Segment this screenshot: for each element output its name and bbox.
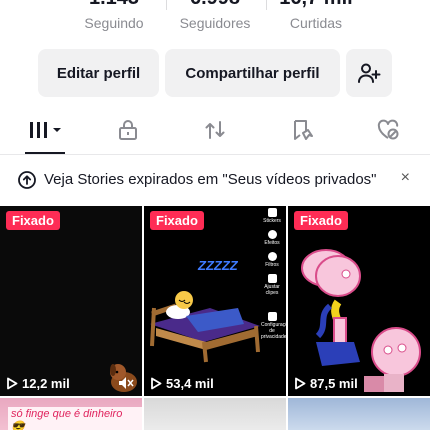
play-icon xyxy=(7,377,18,390)
following-label: Seguindo xyxy=(84,15,144,31)
video-thumbnail[interactable]: ZZZZZ Stickers Efeitos Filtros Ajustar c… xyxy=(144,206,286,396)
edit-profile-button[interactable]: Editar perfil xyxy=(38,49,159,97)
add-user-icon xyxy=(358,63,381,83)
filters-option: Filtros xyxy=(261,252,283,268)
editor-sidebar: Stickers Efeitos Filtros Ajustar clipes … xyxy=(261,208,286,346)
banner-text: Veja Stories expirados em "Seus vídeos p… xyxy=(44,171,377,188)
view-count: 12,2 mil xyxy=(6,376,70,391)
expired-stories-banner[interactable]: Veja Stories expirados em "Seus vídeos p… xyxy=(0,164,430,196)
view-count: 53,4 mil xyxy=(150,376,214,391)
pink-creatures-image xyxy=(301,249,421,392)
play-icon xyxy=(295,377,306,390)
video-thumbnail[interactable]: Fixado 12,2 mil xyxy=(0,206,142,396)
cloud-upload-icon xyxy=(18,171,36,189)
view-count: 87,5 mil xyxy=(294,376,358,391)
following-stat[interactable]: 1.143 Seguindo xyxy=(59,0,169,32)
share-profile-button[interactable]: Compartilhar perfil xyxy=(165,49,340,97)
view-count-value: 12,2 mil xyxy=(22,376,70,391)
play-icon xyxy=(151,377,162,390)
liked-icon xyxy=(377,119,399,140)
saved-icon xyxy=(294,120,313,140)
mute-icon xyxy=(119,377,134,389)
tab-liked[interactable] xyxy=(360,107,416,153)
likes-label: Curtidas xyxy=(289,15,343,31)
followers-count: 6.998 xyxy=(160,0,270,10)
sleep-text: ZZZZZ xyxy=(197,258,239,273)
pinned-badge: Fixado xyxy=(6,211,60,230)
tab-reposts[interactable] xyxy=(187,107,243,153)
video-grid: Fixado 12,2 mil ZZZZZ Stickers Efeitos F… xyxy=(0,206,430,430)
pinned-badge: Fixado xyxy=(294,211,348,230)
profile-actions: Editar perfil Compartilhar perfil xyxy=(0,49,430,97)
video-caption: só finge que é dinheiro 😎 xyxy=(8,407,142,430)
privacy-settings-option: Configurações de privacidade xyxy=(261,312,286,340)
followers-stat[interactable]: 6.998 Seguidores xyxy=(160,0,270,32)
video-thumbnail[interactable] xyxy=(288,398,430,430)
pinned-badge: Fixado xyxy=(150,211,204,230)
adjust-clips-option: Ajustar clipes xyxy=(261,274,283,296)
effects-option: Efeitos xyxy=(261,230,283,246)
profile-tabs xyxy=(0,107,430,155)
likes-stat[interactable]: 16,7 mil Curtidas xyxy=(261,0,371,32)
view-count-value: 53,4 mil xyxy=(166,376,214,391)
close-icon[interactable]: × xyxy=(401,169,410,187)
repost-icon xyxy=(205,121,225,139)
tab-saved[interactable] xyxy=(274,107,330,153)
view-count-value: 87,5 mil xyxy=(310,376,358,391)
stickers-option: Stickers xyxy=(261,208,283,224)
following-count: 1.143 xyxy=(59,0,169,10)
grid-videos-icon xyxy=(30,122,61,138)
sleeping-bed-image: ZZZZZ xyxy=(150,258,260,363)
add-friend-button[interactable] xyxy=(346,49,392,97)
likes-count: 16,7 mil xyxy=(261,0,371,10)
tab-videos[interactable] xyxy=(17,107,73,154)
followers-label: Seguidores xyxy=(179,15,251,31)
video-thumbnail[interactable]: só finge que é dinheiro 😎 xyxy=(0,398,142,430)
video-thumbnail[interactable] xyxy=(144,398,286,430)
lock-icon xyxy=(119,120,137,140)
video-thumbnail[interactable]: Fixado 87,5 mil xyxy=(288,206,430,396)
tab-private[interactable] xyxy=(100,107,156,153)
profile-stats: 1.143 Seguindo 6.998 Seguidores 16,7 mil… xyxy=(0,0,430,36)
